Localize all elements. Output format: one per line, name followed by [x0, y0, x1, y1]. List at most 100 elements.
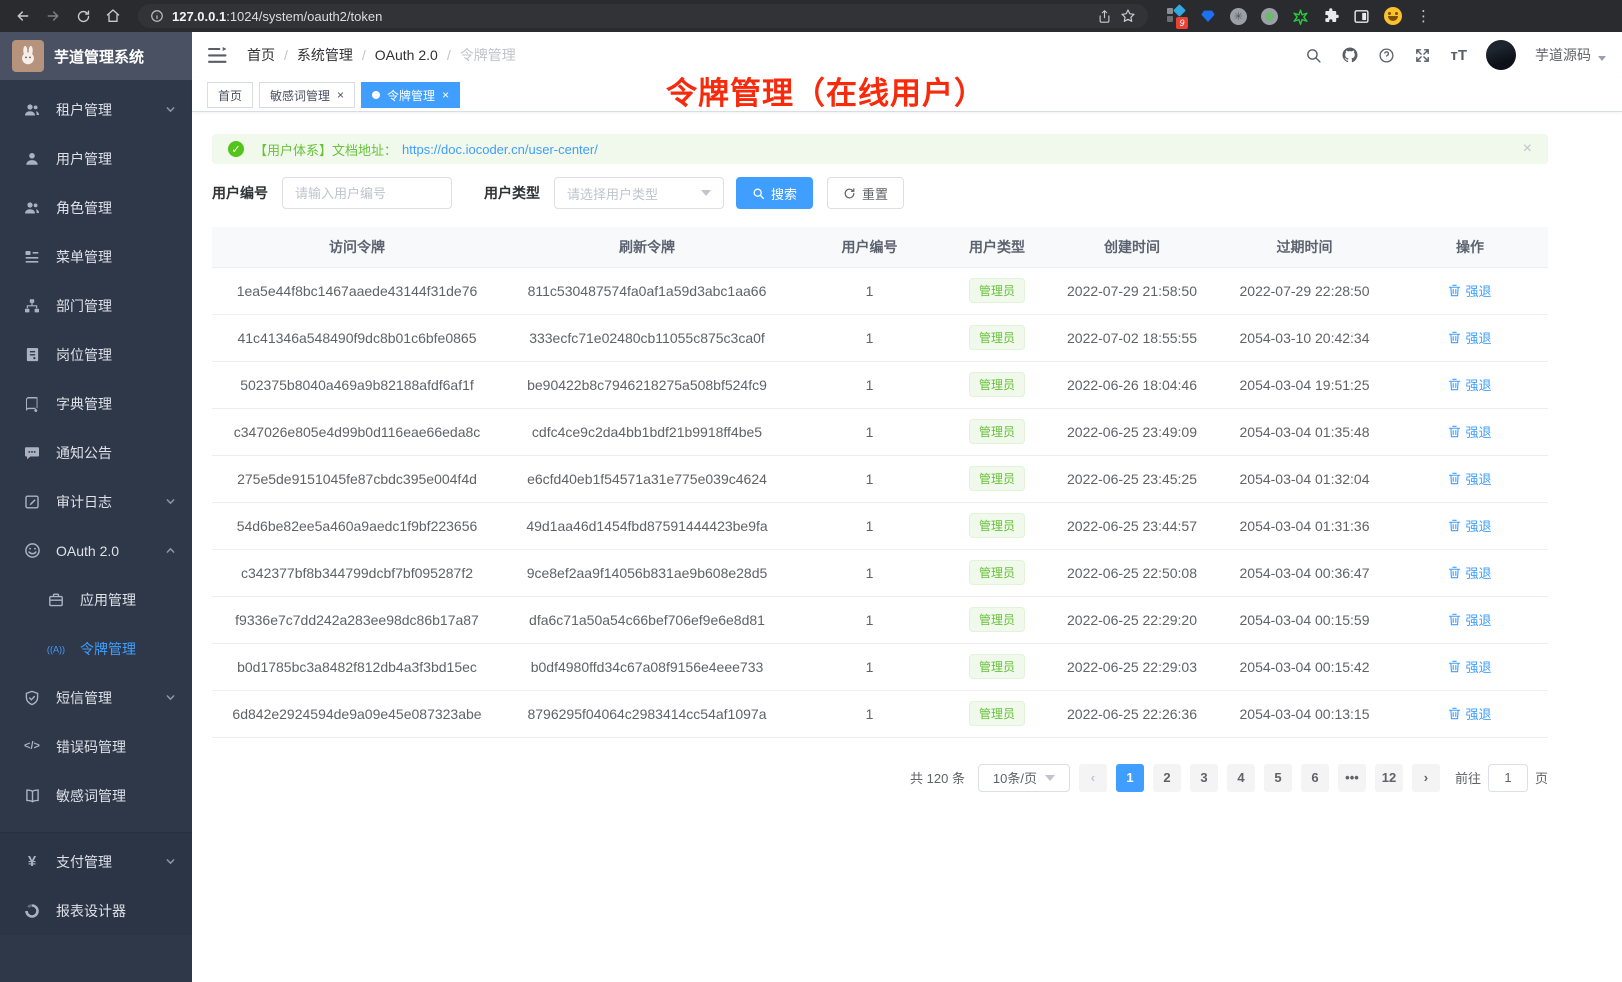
user-avatar[interactable]: [1486, 40, 1516, 70]
chevron-down-icon: [165, 692, 176, 703]
alert-close-icon[interactable]: ×: [1523, 140, 1532, 158]
forward-icon[interactable]: [40, 3, 66, 29]
page-button-3[interactable]: 3: [1190, 764, 1218, 792]
font-size-icon[interactable]: ᴛT: [1450, 47, 1467, 64]
sidebar-item-用户管理[interactable]: 用户管理: [0, 134, 192, 183]
sidebar-item-敏感词管理[interactable]: 敏感词管理: [0, 771, 192, 820]
more-pages-button[interactable]: •••: [1338, 764, 1366, 792]
force-logout-button[interactable]: 强退: [1448, 469, 1491, 488]
user-id-input[interactable]: [282, 177, 452, 209]
force-logout-button[interactable]: 强退: [1448, 516, 1491, 535]
user-type-badge: 管理员: [969, 325, 1025, 350]
sidebar-item-应用管理[interactable]: 应用管理: [0, 575, 192, 624]
pinned-extension-icon[interactable]: 9: [1166, 6, 1186, 26]
chevron-down-icon: [1045, 775, 1055, 781]
app-logo-row[interactable]: 芋道管理系统: [0, 32, 192, 80]
force-logout-button[interactable]: 强退: [1448, 704, 1491, 723]
sidebar-item-部门管理[interactable]: 部门管理: [0, 281, 192, 330]
sidebar-item-支付管理[interactable]: ¥支付管理: [0, 837, 192, 886]
page-button-2[interactable]: 2: [1153, 764, 1181, 792]
sidebar-item-label: 报表设计器: [56, 901, 126, 921]
tab-label: 首页: [218, 87, 242, 104]
address-bar[interactable]: 127.0.0.1:1024/system/oauth2/token: [138, 4, 1148, 28]
force-logout-button[interactable]: 强退: [1448, 328, 1491, 347]
extensions-puzzle-icon[interactable]: [1323, 8, 1339, 24]
tab-close-icon[interactable]: ×: [337, 89, 344, 101]
extension-badge: 9: [1176, 17, 1188, 29]
tab-令牌管理[interactable]: 令牌管理×: [361, 82, 460, 108]
gem-extension-icon[interactable]: [1200, 8, 1216, 24]
page-button-12[interactable]: 12: [1375, 764, 1403, 792]
back-icon[interactable]: [10, 3, 36, 29]
page-size-select[interactable]: 10条/页: [978, 764, 1070, 792]
extension-toolbar: 9 ✳ ⋮: [1166, 6, 1431, 26]
breadcrumb-oauth[interactable]: OAuth 2.0: [375, 47, 438, 63]
fullscreen-icon[interactable]: [1414, 47, 1431, 64]
force-logout-button[interactable]: 强退: [1448, 422, 1491, 441]
sidebar-item-错误码管理[interactable]: </>错误码管理: [0, 722, 192, 771]
github-icon[interactable]: [1341, 46, 1359, 64]
force-logout-button[interactable]: 强退: [1448, 375, 1491, 394]
profile-avatar-icon[interactable]: [1384, 7, 1402, 25]
user-icon: [22, 151, 42, 167]
page-button-1[interactable]: 1: [1116, 764, 1144, 792]
sidebar-item-令牌管理[interactable]: ((A))令牌管理: [0, 624, 192, 673]
user-menu[interactable]: 芋道源码: [1535, 45, 1606, 65]
collapse-menu-icon[interactable]: [208, 47, 227, 64]
sidebar-item-label: 字典管理: [56, 394, 112, 414]
tab-首页[interactable]: 首页: [207, 82, 253, 108]
sidebar-item-租户管理[interactable]: 租户管理: [0, 85, 192, 134]
breadcrumb-system[interactable]: 系统管理: [297, 45, 353, 65]
page-button-6[interactable]: 6: [1301, 764, 1329, 792]
briefcase-icon: [46, 592, 66, 608]
split-screen-icon[interactable]: [1353, 8, 1370, 25]
create-time-cell: 2022-06-25 23:44:57: [1047, 502, 1217, 549]
sidebar-item-报表设计器[interactable]: 报表设计器: [0, 886, 192, 935]
breadcrumb-home[interactable]: 首页: [247, 45, 275, 65]
force-logout-button[interactable]: 强退: [1448, 610, 1491, 629]
star-extension-icon[interactable]: [1292, 8, 1309, 25]
site-info-icon[interactable]: [150, 9, 164, 23]
sidebar-item-岗位管理[interactable]: 岗位管理: [0, 330, 192, 379]
next-page-button[interactable]: ›: [1412, 764, 1440, 792]
sidebar-item-字典管理[interactable]: 字典管理: [0, 379, 192, 428]
sidebar-item-角色管理[interactable]: 角色管理: [0, 183, 192, 232]
tab-敏感词管理[interactable]: 敏感词管理×: [259, 82, 355, 108]
refresh-token-cell: be90422b8c7946218275a508bf524fc9: [502, 361, 792, 408]
reload-icon[interactable]: [70, 3, 96, 29]
goto-page-input[interactable]: [1488, 764, 1528, 792]
prev-page-button[interactable]: ‹: [1079, 764, 1107, 792]
home-icon[interactable]: [100, 3, 126, 29]
search-icon[interactable]: [1305, 47, 1322, 64]
reset-button[interactable]: 重置: [827, 177, 904, 209]
sidebar-item-审计日志[interactable]: 审计日志: [0, 477, 192, 526]
page-button-5[interactable]: 5: [1264, 764, 1292, 792]
sidebar-item-oauth-2-0[interactable]: OAuth 2.0: [0, 526, 192, 575]
bookmark-star-icon[interactable]: [1120, 8, 1136, 24]
force-logout-button[interactable]: 强退: [1448, 657, 1491, 676]
sidebar-item-label: 支付管理: [56, 852, 112, 872]
force-logout-button[interactable]: 强退: [1448, 281, 1491, 300]
search-button[interactable]: 搜索: [736, 177, 813, 209]
force-logout-label: 强退: [1465, 516, 1491, 535]
record-extension-icon[interactable]: [1261, 8, 1278, 25]
user-id-cell: 1: [792, 502, 947, 549]
sidebar-item-菜单管理[interactable]: 菜单管理: [0, 232, 192, 281]
help-icon[interactable]: [1378, 47, 1395, 64]
user-id-cell: 1: [792, 549, 947, 596]
sidebar-item-通知公告[interactable]: 通知公告: [0, 428, 192, 477]
command-extension-icon[interactable]: ✳: [1230, 8, 1247, 25]
force-logout-button[interactable]: 强退: [1448, 563, 1491, 582]
user-type-select[interactable]: 请选择用户类型: [554, 177, 724, 209]
svg-text:((A)): ((A)): [47, 644, 65, 654]
browser-menu-icon[interactable]: ⋮: [1416, 7, 1431, 25]
sidebar-lower-group: ¥支付管理报表设计器: [0, 832, 192, 935]
tab-close-icon[interactable]: ×: [442, 89, 449, 101]
doc-link[interactable]: https://doc.iocoder.cn/user-center/: [402, 142, 598, 157]
share-icon[interactable]: [1097, 9, 1112, 24]
page-button-4[interactable]: 4: [1227, 764, 1255, 792]
sidebar-item-短信管理[interactable]: 短信管理: [0, 673, 192, 722]
app-logo: [12, 40, 44, 72]
column-header-创建时间: 创建时间: [1047, 227, 1217, 267]
user-type-badge: 管理员: [969, 466, 1025, 491]
